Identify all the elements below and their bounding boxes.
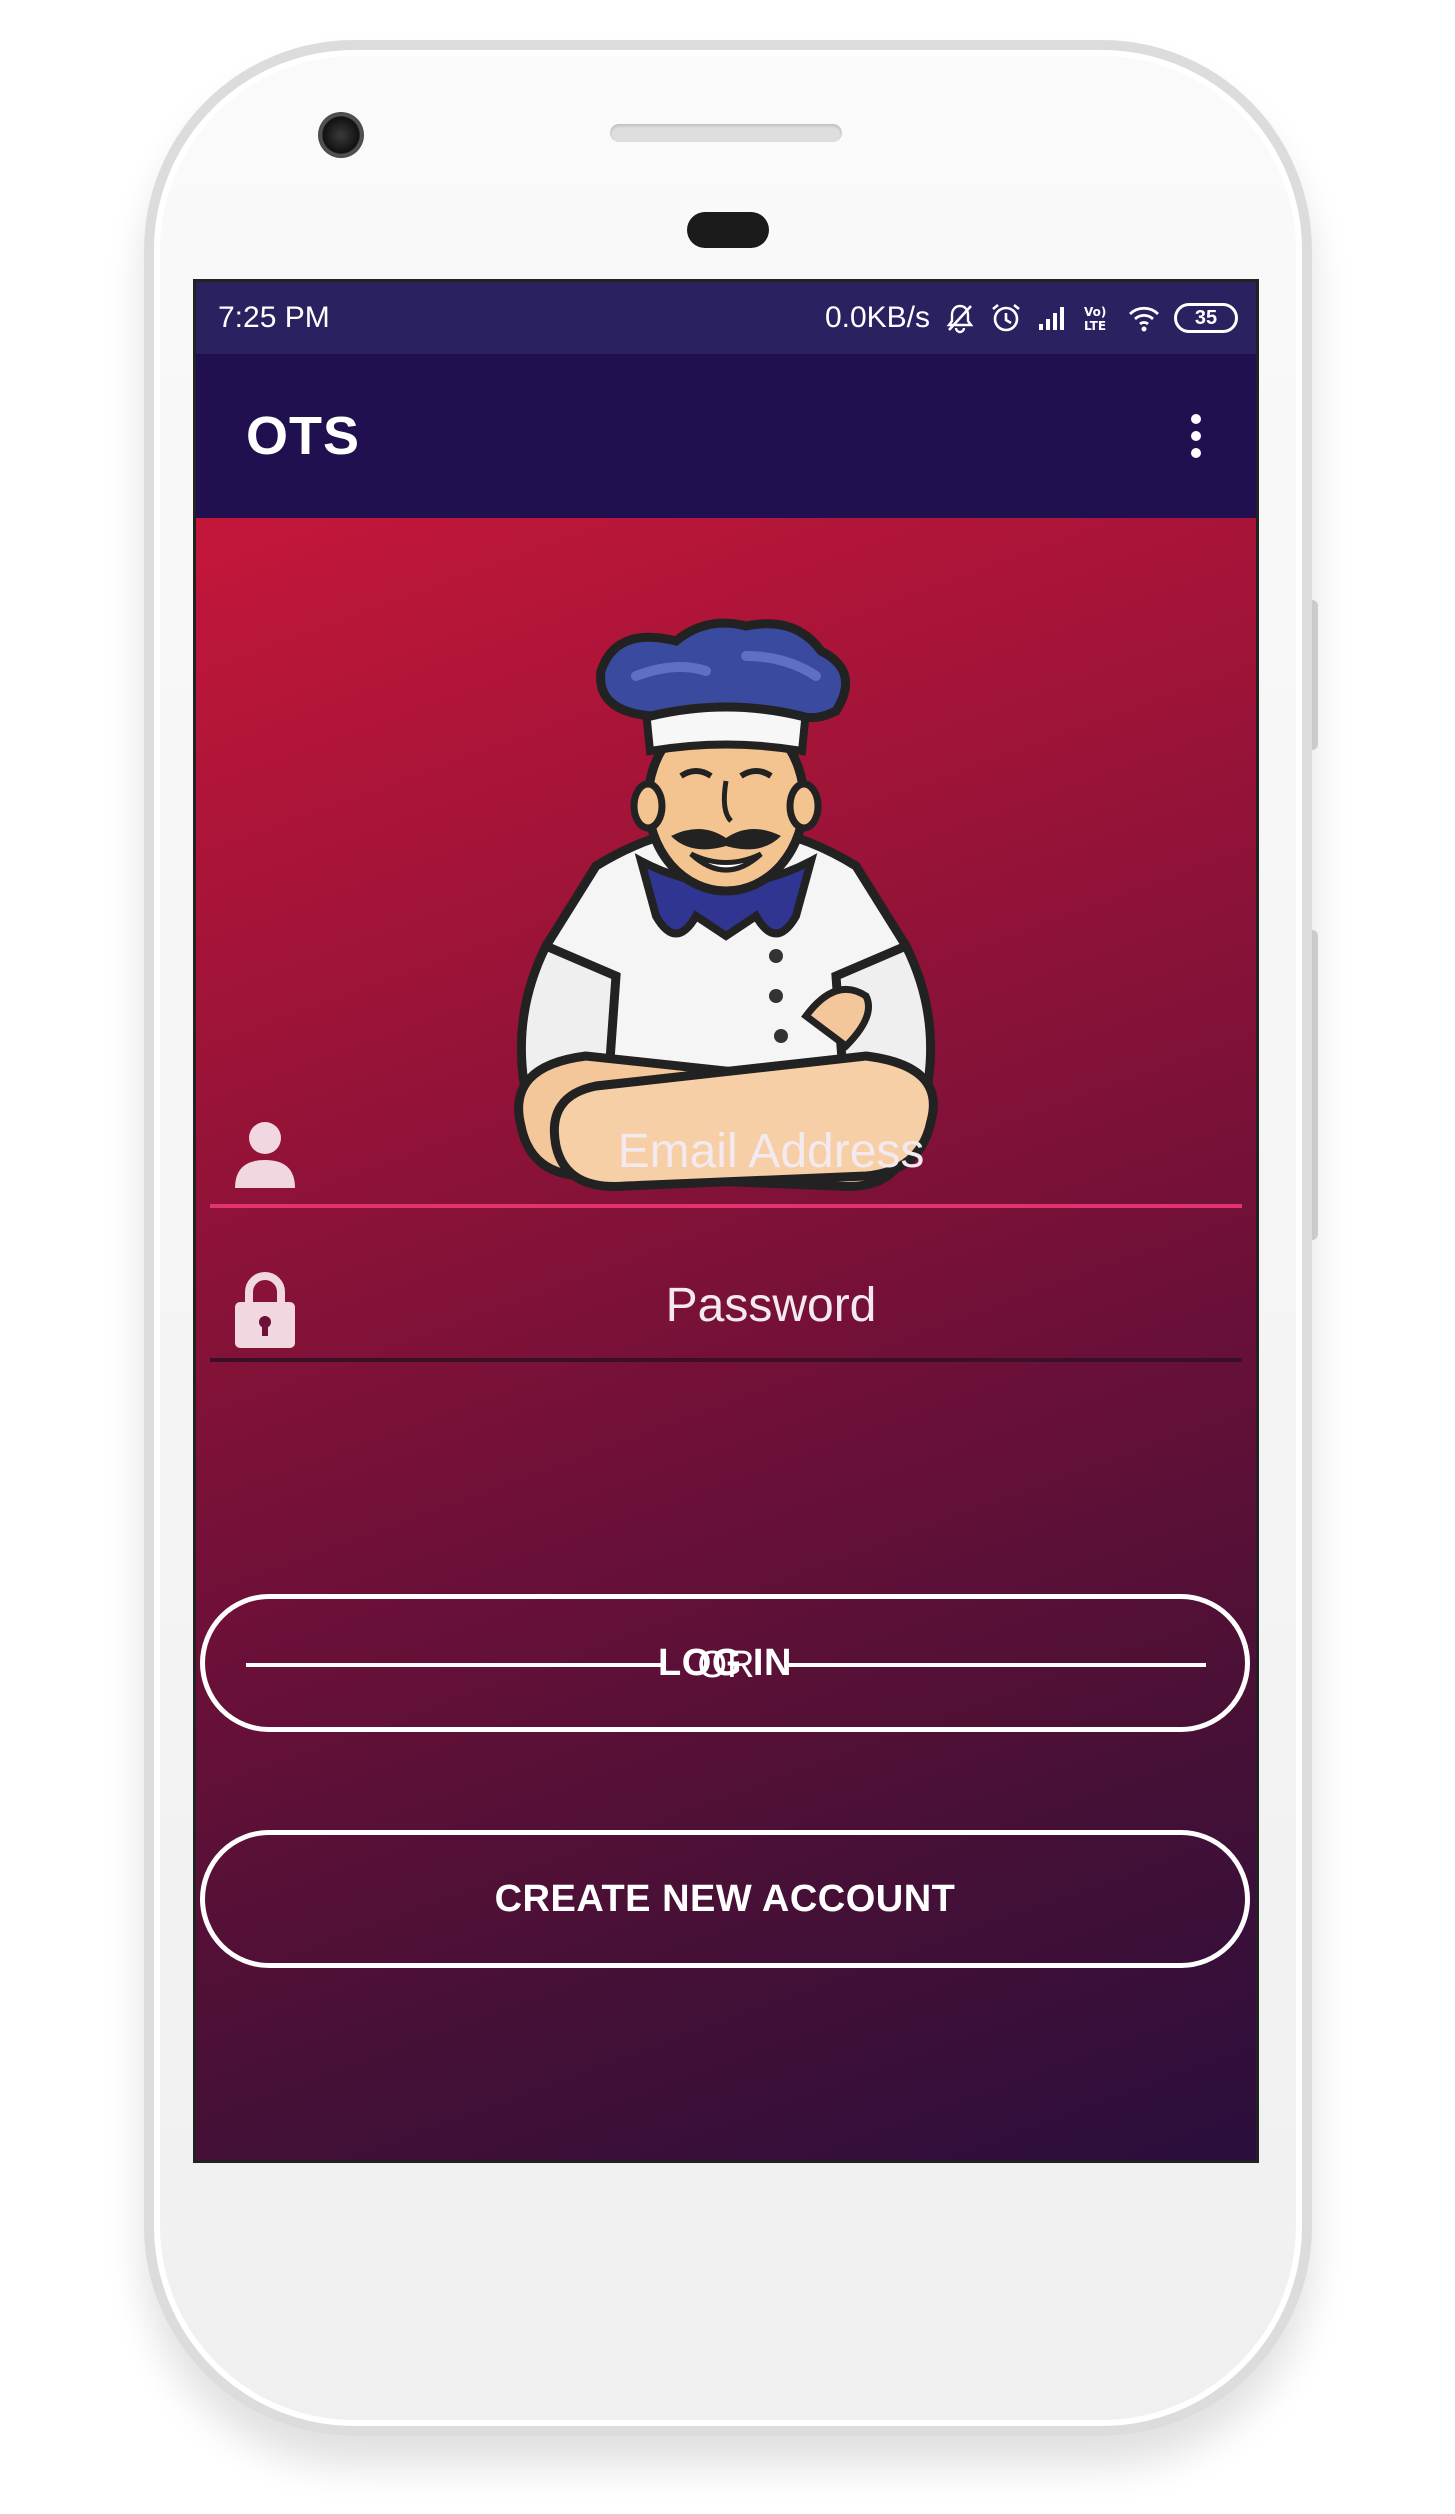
create-account-button[interactable]: CREATE NEW ACCOUNT bbox=[200, 1830, 1250, 1968]
password-field-row bbox=[210, 1252, 1242, 1362]
password-input[interactable] bbox=[300, 1264, 1242, 1346]
phone-screen: 7:25 PM 0.0KB/s Vo) LTE 35 OTS Email Add… bbox=[193, 279, 1259, 2163]
email-underline bbox=[210, 1204, 1242, 1208]
app-title: OTS bbox=[246, 406, 361, 466]
password-underline bbox=[210, 1358, 1242, 1362]
more-vert-icon[interactable] bbox=[1176, 401, 1216, 471]
proximity-sensor bbox=[687, 212, 769, 248]
signal-icon bbox=[1036, 302, 1068, 334]
battery-icon: 35 bbox=[1174, 303, 1238, 333]
alarm-icon bbox=[990, 302, 1022, 334]
mute-notifications-icon bbox=[944, 302, 976, 334]
volte-icon: Vo) LTE bbox=[1082, 302, 1114, 334]
email-field-row bbox=[210, 1098, 1242, 1208]
divider-line-right bbox=[786, 1663, 1206, 1667]
status-indicators: 0.0KB/s Vo) LTE 35 bbox=[825, 301, 1238, 335]
network-speed: 0.0KB/s bbox=[824, 301, 930, 334]
svg-text:LTE: LTE bbox=[1084, 319, 1106, 333]
earpiece-speaker bbox=[610, 124, 842, 142]
status-time: 7:25 PM bbox=[218, 301, 330, 334]
device-mockup: 7:25 PM 0.0KB/s Vo) LTE 35 OTS Email Add… bbox=[0, 0, 1455, 2514]
or-label: OR bbox=[697, 1643, 755, 1686]
email-input[interactable] bbox=[300, 1110, 1242, 1192]
app-bar: OTS bbox=[196, 354, 1256, 518]
status-bar: 7:25 PM 0.0KB/s Vo) LTE 35 bbox=[196, 282, 1256, 354]
wifi-icon bbox=[1128, 302, 1160, 334]
person-icon bbox=[235, 1122, 295, 1188]
svg-text:Vo): Vo) bbox=[1084, 305, 1106, 319]
lock-icon bbox=[235, 1272, 295, 1348]
login-content: LOG IN OR CREATE NEW ACCOUNT bbox=[196, 518, 1256, 2160]
divider-line-left bbox=[246, 1663, 666, 1667]
front-camera bbox=[318, 112, 364, 158]
or-divider: OR bbox=[246, 1640, 1206, 1690]
